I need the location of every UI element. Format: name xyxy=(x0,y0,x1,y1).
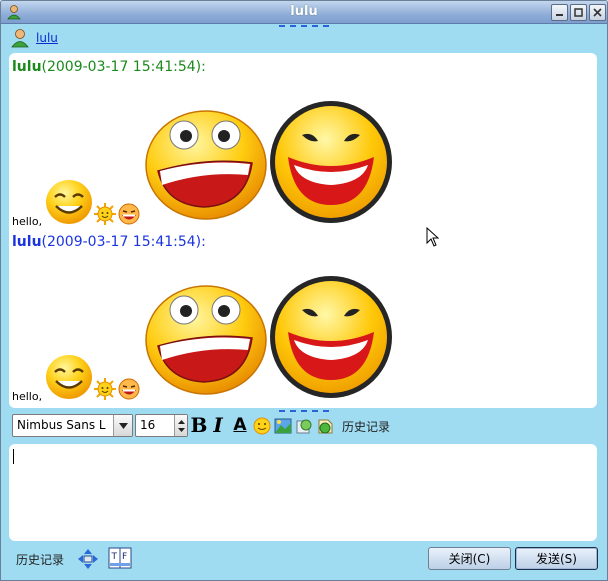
chat-history-link[interactable]: 历史记录 xyxy=(342,418,390,435)
chat-history[interactable]: lulu(2009-03-17 15:41:54): hello, lulu(2… xyxy=(9,53,597,408)
laughing-smiley-icon xyxy=(270,276,392,398)
svg-text:T: T xyxy=(111,552,118,562)
font-family-select[interactable]: Nimbus Sans L xyxy=(12,414,133,437)
minimize-icon xyxy=(556,14,563,16)
chevron-down-icon xyxy=(113,415,132,436)
font-size-spinner[interactable]: 16 xyxy=(135,414,188,437)
spinner-arrows-icon xyxy=(174,415,187,436)
message-input[interactable] xyxy=(9,444,597,541)
sun-icon xyxy=(94,203,116,225)
contact-name-link[interactable]: lulu xyxy=(36,31,58,45)
laughing-face-icon xyxy=(118,378,140,400)
bottom-bar: 历史记录 T F 关闭(C) 发送(S) xyxy=(1,544,607,580)
grinning-smiley-icon xyxy=(46,355,92,399)
laughing-face-icon xyxy=(118,203,140,225)
minimize-button[interactable] xyxy=(551,4,568,21)
insert-image-button[interactable] xyxy=(274,417,292,435)
send-button[interactable]: 发送(S) xyxy=(515,547,598,570)
close-window-button[interactable] xyxy=(589,4,606,21)
font-size-value: 16 xyxy=(140,418,156,432)
close-icon xyxy=(593,8,602,17)
message-header: lulu(2009-03-17 15:41:54): xyxy=(12,59,206,75)
svg-text:F: F xyxy=(122,552,127,562)
title-bar[interactable]: lulu xyxy=(1,1,607,24)
message-text: hello, xyxy=(12,390,43,403)
big-grin-smiley-icon xyxy=(145,110,267,220)
font-color-button[interactable]: A xyxy=(231,412,249,438)
message-header: lulu(2009-03-17 15:41:54): xyxy=(12,234,206,250)
sun-icon xyxy=(94,378,116,400)
message-timestamp: (2009-03-17 15:41:54): xyxy=(41,59,206,75)
message-text: hello, xyxy=(12,215,43,228)
send-file-button[interactable] xyxy=(316,417,334,435)
window-title: lulu xyxy=(290,4,318,19)
laughing-smiley-icon xyxy=(270,101,392,223)
maximize-icon xyxy=(574,8,583,17)
text-caret xyxy=(13,449,14,464)
chat-window: lulu lulu lulu(2009-03-17 15:41:54): hel… xyxy=(0,0,608,581)
font-family-value: Nimbus Sans L xyxy=(17,418,106,432)
contact-bar: lulu xyxy=(1,25,607,53)
text-format-icon[interactable]: T F xyxy=(108,547,132,569)
screenshot-button[interactable] xyxy=(295,417,313,435)
contact-avatar-icon xyxy=(11,29,29,48)
close-button[interactable]: 关闭(C) xyxy=(428,547,511,570)
message-sender: lulu xyxy=(12,59,42,75)
format-toolbar: Nimbus Sans L 16 B I A 历史记录 xyxy=(9,412,597,439)
history-button[interactable]: 历史记录 xyxy=(16,551,64,568)
mouse-cursor-icon xyxy=(426,227,440,247)
maximize-button[interactable] xyxy=(570,4,587,21)
emoticon-button[interactable] xyxy=(253,417,271,435)
big-grin-smiley-icon xyxy=(145,285,267,395)
grinning-smiley-icon xyxy=(46,180,92,224)
italic-button[interactable]: I xyxy=(210,412,226,438)
message-sender: lulu xyxy=(12,234,42,250)
message-timestamp: (2009-03-17 15:41:54): xyxy=(41,234,206,250)
resize-arrows-icon[interactable] xyxy=(77,548,99,570)
bold-button[interactable]: B xyxy=(190,412,208,438)
